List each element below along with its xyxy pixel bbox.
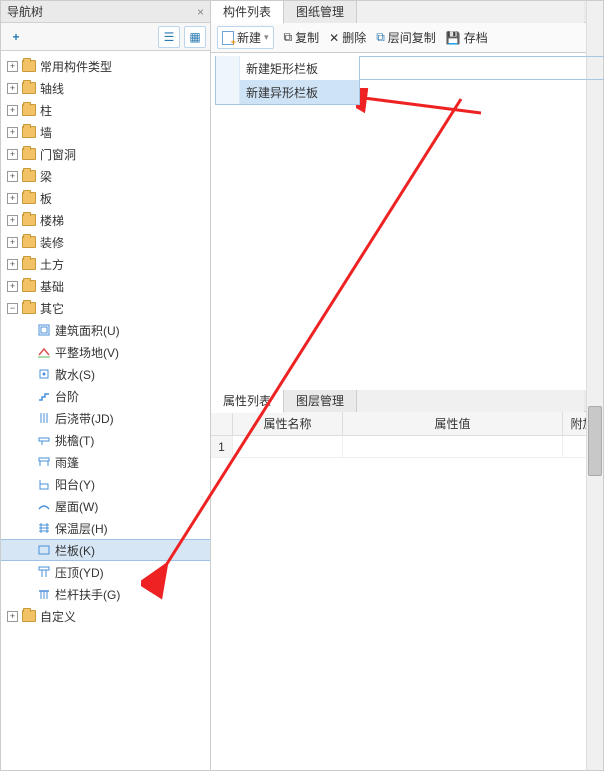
component-header: 构件列表 图纸管理 × <box>211 1 603 23</box>
scatter-icon <box>37 367 51 381</box>
tree-child[interactable]: 建筑面积(U) <box>1 319 210 341</box>
area-icon <box>37 323 51 337</box>
railing-icon <box>37 543 51 557</box>
tree-child[interactable]: 后浇带(JD) <box>1 407 210 429</box>
nav-tree-header: 导航树 × <box>1 1 210 23</box>
view-list-button[interactable]: ☰ <box>158 26 180 48</box>
add-button[interactable]: + <box>5 26 27 48</box>
delete-button[interactable]: ✕删除 <box>329 29 366 46</box>
save-icon: 💾 <box>446 31 461 45</box>
tree-node[interactable]: +土方 <box>1 253 210 275</box>
dropdown-item-rect[interactable]: 新建矩形栏板 <box>216 56 359 80</box>
nav-toolbar: + ☰ ▦ <box>1 23 210 51</box>
tree-node[interactable]: +装修 <box>1 231 210 253</box>
tree-node[interactable]: +梁 <box>1 165 210 187</box>
tree-child[interactable]: 压顶(YD) <box>1 561 210 583</box>
roof-icon <box>37 499 51 513</box>
tree-child[interactable]: 台阶 <box>1 385 210 407</box>
tab-drawing[interactable]: 图纸管理 <box>284 1 357 23</box>
eave-icon <box>37 433 51 447</box>
property-row[interactable]: 1 <box>211 436 603 458</box>
nav-tree: +常用构件类型 +轴线 +柱 +墙 +门窗洞 +梁 +板 +楼梯 +装修 +土方… <box>1 51 210 770</box>
tree-node[interactable]: +门窗洞 <box>1 143 210 165</box>
tab-layer[interactable]: 图层管理 <box>284 390 357 412</box>
level-icon <box>37 345 51 359</box>
component-toolbar: 新建 ▾ ⧉复制 ✕删除 ⧉层间复制 💾存档 » <box>211 23 603 53</box>
search-input[interactable]: 🔍 <box>360 56 604 80</box>
tree-child[interactable]: 栏杆扶手(G) <box>1 583 210 605</box>
strip-icon <box>37 411 51 425</box>
tree-node-custom[interactable]: +自定义 <box>1 605 210 627</box>
tree-child[interactable]: 阳台(Y) <box>1 473 210 495</box>
archive-button[interactable]: 💾存档 <box>446 29 488 46</box>
step-icon <box>37 389 51 403</box>
tree-child[interactable]: 保温层(H) <box>1 517 210 539</box>
property-panel: 属性名称 属性值 附加 1 <box>211 412 603 770</box>
coping-icon <box>37 565 51 579</box>
tab-properties[interactable]: 属性列表 <box>211 390 284 413</box>
tree-child[interactable]: 雨篷 <box>1 451 210 473</box>
tree-child[interactable]: 平整场地(V) <box>1 341 210 363</box>
tree-child[interactable]: 散水(S) <box>1 363 210 385</box>
property-grid-header: 属性名称 属性值 附加 <box>211 412 603 436</box>
nav-tree-title: 导航树 <box>7 3 43 20</box>
new-dropdown: 新建矩形栏板 新建异形栏板 🔍 <box>215 56 604 105</box>
view-grid-button[interactable]: ▦ <box>184 26 206 48</box>
property-header: 属性列表 图层管理 × <box>211 390 603 412</box>
tree-child[interactable]: 屋面(W) <box>1 495 210 517</box>
tree-node[interactable]: +轴线 <box>1 77 210 99</box>
copy-button[interactable]: ⧉复制 <box>284 29 320 46</box>
row-number: 1 <box>211 436 233 457</box>
new-doc-icon <box>222 31 234 45</box>
scroll-thumb[interactable] <box>588 406 602 476</box>
scrollbar[interactable] <box>586 1 603 770</box>
new-button[interactable]: 新建 ▾ <box>217 26 274 49</box>
insulation-icon <box>37 521 51 535</box>
balcony-icon <box>37 477 51 491</box>
close-icon[interactable]: × <box>197 5 204 19</box>
tree-node[interactable]: +基础 <box>1 275 210 297</box>
copy-icon: ⧉ <box>284 30 293 45</box>
copy-icon: ⧉ <box>376 30 385 45</box>
floor-copy-button[interactable]: ⧉层间复制 <box>376 29 436 46</box>
tree-node-other[interactable]: −其它 <box>1 297 210 319</box>
tree-child[interactable]: 挑檐(T) <box>1 429 210 451</box>
col-value: 属性值 <box>343 412 563 435</box>
tree-node[interactable]: +楼梯 <box>1 209 210 231</box>
tree-node[interactable]: +柱 <box>1 99 210 121</box>
tree-node[interactable]: +板 <box>1 187 210 209</box>
dropdown-item-irregular[interactable]: 新建异形栏板 <box>216 80 359 104</box>
tree-node[interactable]: +墙 <box>1 121 210 143</box>
tree-node[interactable]: +常用构件类型 <box>1 55 210 77</box>
handrail-icon <box>37 587 51 601</box>
canopy-icon <box>37 455 51 469</box>
tab-components[interactable]: 构件列表 <box>211 1 284 24</box>
col-name: 属性名称 <box>233 412 343 435</box>
delete-icon: ✕ <box>329 31 339 45</box>
tree-child-railing[interactable]: 栏板(K) <box>1 539 210 561</box>
